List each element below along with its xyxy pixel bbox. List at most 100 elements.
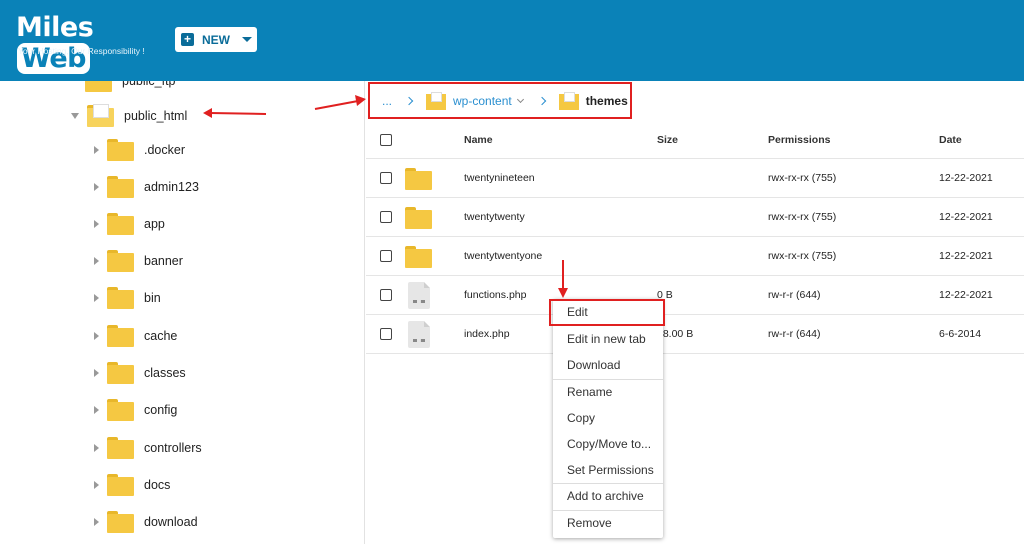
expand-toggle-icon[interactable] <box>94 481 99 489</box>
expand-toggle-icon[interactable] <box>94 183 99 191</box>
column-size[interactable]: Size <box>657 121 678 158</box>
file-permissions: rwx-rx-rx (755) <box>768 211 837 223</box>
tree-item-public-html[interactable]: public_html <box>71 101 187 131</box>
table-row[interactable]: index.php 28.00 B rw-r-r (644) 6-6-2014 <box>366 315 1024 354</box>
file-name: index.php <box>464 328 510 340</box>
arrow-right-icon <box>314 95 366 110</box>
file-name: twentytwentyone <box>464 250 543 262</box>
folder-icon <box>107 399 134 421</box>
row-checkbox[interactable] <box>380 250 392 262</box>
new-button-label: NEW <box>202 32 230 47</box>
file-date: 12-22-2021 <box>939 289 993 301</box>
chevron-down-icon[interactable] <box>516 95 524 104</box>
menu-item-copy-move[interactable]: Copy/Move to... <box>553 431 663 457</box>
expand-toggle-icon[interactable] <box>94 257 99 265</box>
tree-item-bin[interactable]: bin <box>94 283 161 313</box>
folder-icon <box>107 362 134 384</box>
row-checkbox[interactable] <box>380 289 392 301</box>
arrow-left-icon <box>203 108 267 118</box>
table-row[interactable]: twentytwentyone rwx-rx-rx (755) 12-22-20… <box>366 237 1024 276</box>
expand-toggle-icon[interactable] <box>94 444 99 452</box>
expand-toggle-icon[interactable] <box>94 294 99 302</box>
breadcrumb: ... wp-content themes <box>366 81 1024 121</box>
tree-item-label: app <box>144 217 165 231</box>
column-permissions[interactable]: Permissions <box>768 121 830 158</box>
top-bar: MilesWeb Your Hosting, Our Responsibilit… <box>0 0 1024 81</box>
row-checkbox[interactable] <box>380 328 392 340</box>
folder-icon <box>107 325 134 347</box>
tree-item-label: bin <box>144 291 161 305</box>
select-all-checkbox[interactable] <box>380 133 392 146</box>
file-date: 12-22-2021 <box>939 250 993 262</box>
menu-item-set-permissions[interactable]: Set Permissions <box>553 457 663 483</box>
chevron-right-icon <box>537 96 546 106</box>
menu-item-download[interactable]: Download <box>553 352 663 378</box>
folder-icon <box>107 474 134 496</box>
breadcrumb-ellipsis[interactable]: ... <box>382 94 392 108</box>
expand-toggle-icon[interactable] <box>94 220 99 228</box>
context-menu: Edit Edit in new tab Download Rename Cop… <box>553 299 663 538</box>
row-checkbox[interactable] <box>380 211 392 223</box>
breadcrumb-wp-content[interactable]: wp-content <box>453 94 512 108</box>
folder-icon <box>107 287 134 309</box>
file-name: twentynineteen <box>464 172 535 184</box>
folder-icon <box>405 245 432 268</box>
file-date: 12-22-2021 <box>939 211 993 223</box>
tree-item-label: docs <box>144 478 171 492</box>
expand-toggle-icon[interactable] <box>94 146 99 154</box>
column-date[interactable]: Date <box>939 121 962 158</box>
tree-item-docker[interactable]: .docker <box>94 135 185 165</box>
mileswebs-logo[interactable]: MilesWeb Your Hosting, Our Responsibilit… <box>14 10 164 74</box>
file-icon <box>408 320 430 348</box>
expand-toggle-icon[interactable] <box>94 332 99 340</box>
column-name[interactable]: Name <box>464 121 493 158</box>
file-icon <box>408 281 430 309</box>
folder-icon <box>107 511 134 533</box>
table-row[interactable]: twentytwenty rwx-rx-rx (755) 12-22-2021 <box>366 198 1024 237</box>
folder-icon <box>107 139 134 161</box>
tree-item-download[interactable]: download <box>94 507 198 537</box>
breadcrumb-current: themes <box>585 94 628 108</box>
tree-item-label: config <box>144 403 178 417</box>
menu-item-rename[interactable]: Rename <box>553 379 663 405</box>
table-header: Name Size Permissions Date <box>366 121 1024 159</box>
tree-item-label: admin123 <box>144 180 199 194</box>
menu-item-remove[interactable]: Remove <box>553 510 663 536</box>
expand-toggle-icon[interactable] <box>94 406 99 414</box>
tree-item-app[interactable]: app <box>94 209 165 239</box>
file-date: 6-6-2014 <box>939 328 982 340</box>
tree-item-config[interactable]: config <box>94 395 177 425</box>
expand-toggle-icon[interactable] <box>94 518 99 526</box>
file-name: twentytwenty <box>464 211 525 223</box>
tree-item-docs[interactable]: docs <box>94 470 170 500</box>
menu-item-copy[interactable]: Copy <box>553 405 663 431</box>
tree-item-admin123[interactable]: admin123 <box>94 172 199 202</box>
tree-item-public-ftp[interactable]: public_ftp <box>85 81 176 96</box>
folder-icon <box>558 92 579 110</box>
table-row[interactable]: functions.php 0 B rw-r-r (644) 12-22-202… <box>366 276 1024 315</box>
folder-icon <box>85 81 112 92</box>
tree-item-classes[interactable]: classes <box>94 358 186 388</box>
tree-item-label: classes <box>144 366 186 380</box>
tree-item-label: banner <box>144 254 183 268</box>
expand-toggle-icon[interactable] <box>71 113 79 119</box>
new-button[interactable]: + NEW <box>175 27 257 52</box>
tree-item-cache[interactable]: cache <box>94 321 177 351</box>
file-permissions: rw-r-r (644) <box>768 289 821 301</box>
plus-icon: + <box>181 33 194 46</box>
table-row[interactable]: twentynineteen rwx-rx-rx (755) 12-22-202… <box>366 159 1024 198</box>
menu-item-edit[interactable]: Edit <box>553 299 663 325</box>
menu-item-add-archive[interactable]: Add to archive <box>553 483 663 509</box>
chevron-right-icon <box>404 96 414 106</box>
folder-icon <box>405 206 432 229</box>
tree-item-label: download <box>144 515 198 529</box>
row-checkbox[interactable] <box>380 172 392 184</box>
tree-item-label: public_html <box>124 109 188 123</box>
tree-item-label: controllers <box>144 441 202 455</box>
tree-item-banner[interactable]: banner <box>94 246 183 276</box>
tree-item-controllers[interactable]: controllers <box>94 433 202 463</box>
menu-item-edit-new-tab[interactable]: Edit in new tab <box>553 326 663 352</box>
expand-toggle-icon[interactable] <box>94 369 99 377</box>
file-name: functions.php <box>464 289 527 301</box>
folder-icon <box>107 437 134 459</box>
